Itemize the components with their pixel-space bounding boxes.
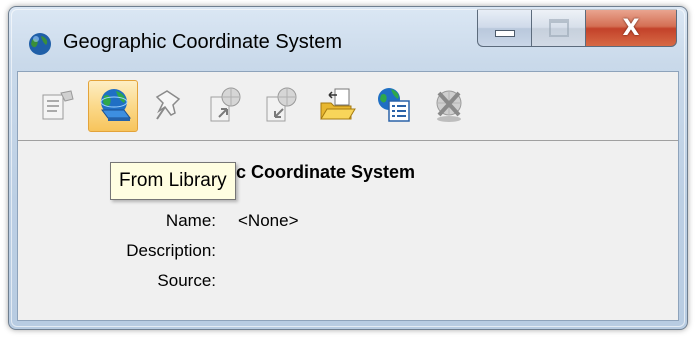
name-value: <None> — [238, 211, 299, 230]
toolbar — [18, 72, 678, 140]
properties-button[interactable] — [32, 80, 82, 132]
globe-export-icon — [210, 87, 241, 122]
title-bar[interactable]: Geographic Coordinate System X — [9, 7, 687, 71]
minimize-icon — [494, 29, 515, 37]
globe-delete-icon — [436, 90, 462, 122]
maximize-icon — [548, 19, 569, 37]
close-button[interactable]: X — [585, 9, 677, 47]
tooltip: From Library — [110, 162, 236, 200]
window-title: Geographic Coordinate System — [63, 31, 343, 53]
caption-buttons: X — [477, 9, 677, 47]
minimize-button[interactable] — [477, 9, 531, 47]
reports-button[interactable] — [368, 80, 418, 132]
globe-list-icon — [378, 88, 410, 122]
globe-library-icon — [100, 89, 131, 121]
name-label: Name: — [165, 211, 216, 230]
globe-app-icon — [29, 33, 51, 55]
import-button[interactable] — [256, 80, 306, 132]
open-folder-icon — [320, 88, 356, 120]
open-file-button[interactable] — [312, 80, 362, 132]
close-icon: X — [622, 15, 640, 41]
properties-icon — [42, 90, 74, 120]
globe-import-icon — [266, 87, 297, 122]
source-label: Source: — [157, 271, 216, 290]
pushpin-icon — [155, 90, 181, 120]
delete-button[interactable] — [424, 80, 474, 132]
description-label: Description: — [126, 241, 216, 260]
maximize-button — [531, 9, 585, 47]
from-library-button[interactable] — [88, 80, 138, 132]
export-button[interactable] — [200, 80, 250, 132]
toolbar-divider — [18, 140, 678, 141]
pick-button[interactable] — [144, 80, 194, 132]
